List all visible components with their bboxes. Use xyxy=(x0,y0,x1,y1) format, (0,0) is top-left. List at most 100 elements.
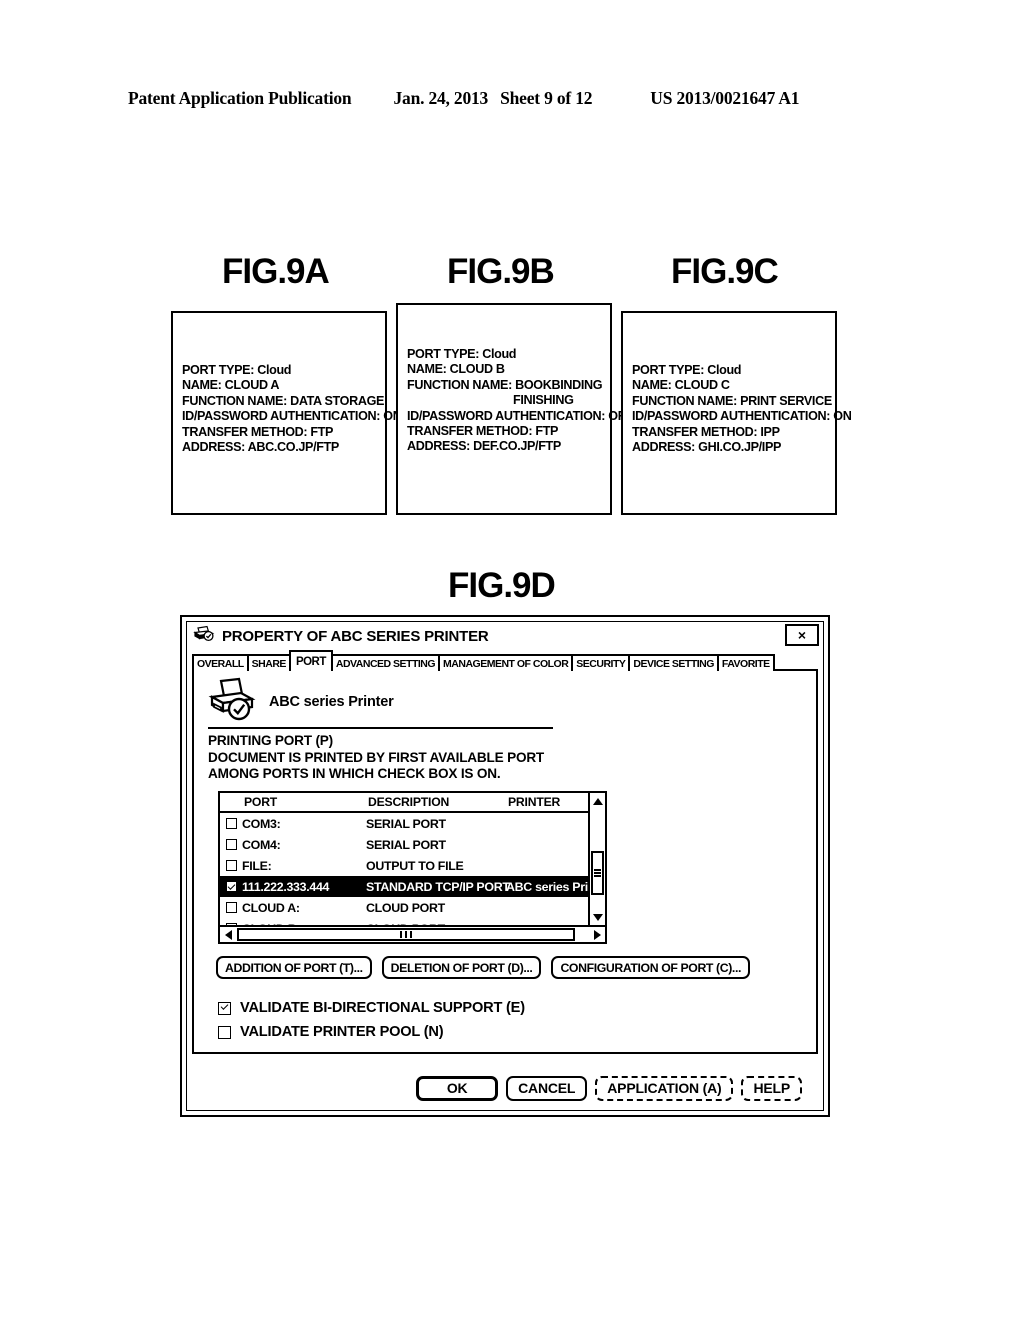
fig9c-line-1: NAME: CLOUD C xyxy=(632,378,730,393)
cell-description: SERIAL PORT xyxy=(366,837,446,852)
cell-description: OUTPUT TO FILE xyxy=(366,858,464,873)
close-icon[interactable]: × xyxy=(785,624,819,646)
instruction-line-0: PRINTING PORT (P) xyxy=(208,733,333,748)
cell-description: CLOUD PORT xyxy=(366,900,445,915)
horizontal-scroll-track[interactable] xyxy=(236,927,589,942)
publication-label: Patent Application Publication xyxy=(128,88,352,108)
printer-property-dialog: PROPERTY OF ABC SERIES PRINTER × OVERALL… xyxy=(180,615,830,1117)
sheet-number: Sheet 9 of 12 xyxy=(500,88,593,108)
port-list-header: PORT DESCRIPTION PRINTER xyxy=(220,793,588,813)
port-checkbox[interactable] xyxy=(220,818,242,829)
scroll-right-icon[interactable] xyxy=(589,927,605,942)
checkbox-checked-icon[interactable] xyxy=(225,881,237,892)
tab-advanced-setting[interactable]: ADVANCED SETTING xyxy=(330,654,441,671)
vertical-scroll-thumb[interactable] xyxy=(591,851,604,895)
dialog-button-bar: OK CANCEL APPLICATION (A) HELP xyxy=(192,1070,818,1106)
cancel-button[interactable]: CANCEL xyxy=(506,1075,588,1101)
tab-favorite[interactable]: FAVORITE xyxy=(716,654,775,671)
column-header-description: DESCRIPTION xyxy=(368,795,450,809)
configuration-of-port-button[interactable]: CONFIGURATION OF PORT (C)... xyxy=(551,956,750,979)
cell-port: CLOUD A: xyxy=(242,900,300,915)
tab-share[interactable]: SHARE xyxy=(246,654,291,671)
scroll-up-icon[interactable] xyxy=(590,793,605,809)
vertical-scrollbar[interactable] xyxy=(588,793,605,925)
fig9b-line-4: ID/PASSWORD AUTHENTICATION: OFF xyxy=(407,408,633,423)
table-row[interactable]: CLOUD A: CLOUD PORT xyxy=(220,897,588,918)
checkbox-unchecked-icon[interactable] xyxy=(225,902,237,913)
table-row[interactable]: FILE: OUTPUT TO FILE xyxy=(220,855,588,876)
ok-button[interactable]: OK xyxy=(416,1075,499,1101)
help-button[interactable]: HELP xyxy=(741,1075,802,1101)
port-tab-panel: ABC series Printer PRINTING PORT (P) DOC… xyxy=(192,671,818,1054)
fig9a-line-2: FUNCTION NAME: DATA STORAGE xyxy=(182,393,385,408)
fig9b-line-1: NAME: CLOUD B xyxy=(407,362,505,377)
validate-bidirectional-support-option[interactable]: VALIDATE BI-DIRECTIONAL SUPPORT (E) xyxy=(218,996,525,1020)
cell-port: 111.222.333.444 xyxy=(242,879,330,894)
figure-title-9c: FIG.9C xyxy=(671,252,779,291)
checkbox-unchecked-icon[interactable] xyxy=(225,860,237,871)
checkbox-unchecked-icon[interactable] xyxy=(225,923,237,925)
dialog-titlebar: PROPERTY OF ABC SERIES PRINTER × xyxy=(187,622,823,650)
column-header-port: PORT xyxy=(244,795,278,809)
fig9a-line-0: PORT TYPE: Cloud xyxy=(182,363,292,377)
fig9b-line-0: PORT TYPE: Cloud xyxy=(407,347,517,361)
fig9b-line-2: FUNCTION NAME: BOOKBINDING xyxy=(407,377,603,392)
port-checkbox[interactable] xyxy=(220,902,242,913)
option-label: VALIDATE BI-DIRECTIONAL SUPPORT (E) xyxy=(240,1000,525,1016)
port-list-body: PORT DESCRIPTION PRINTER COM3: SERIAL PO… xyxy=(220,793,605,925)
tab-management-of-color[interactable]: MANAGEMENT OF COLOR xyxy=(438,654,574,671)
deletion-of-port-button[interactable]: DELETION OF PORT (D)... xyxy=(381,956,542,979)
checkbox-unchecked-icon[interactable] xyxy=(225,839,237,850)
scroll-down-icon[interactable] xyxy=(590,909,605,925)
port-list-columns: PORT DESCRIPTION PRINTER COM3: SERIAL PO… xyxy=(220,793,588,925)
port-checkbox[interactable] xyxy=(220,839,242,850)
figure-title-9d: FIG.9D xyxy=(448,566,556,605)
checkbox-checked-icon[interactable] xyxy=(218,1001,231,1015)
port-options: VALIDATE BI-DIRECTIONAL SUPPORT (E) VALI… xyxy=(218,996,525,1044)
dialog-title: PROPERTY OF ABC SERIES PRINTER xyxy=(222,627,489,645)
checkbox-unchecked-icon[interactable] xyxy=(225,818,237,829)
scroll-left-icon[interactable] xyxy=(220,927,236,942)
addition-of-port-button[interactable]: ADDITION OF PORT (T)... xyxy=(216,956,372,979)
cell-port: COM3: xyxy=(242,816,281,831)
figure-9c-box: PORT TYPE: Cloud NAME: CLOUD C FUNCTION … xyxy=(621,311,852,515)
table-row-selected[interactable]: 111.222.333.444 STANDARD TCP/IP PORT ABC… xyxy=(220,876,588,897)
tab-overall[interactable]: OVERALL xyxy=(192,654,249,671)
cell-port: COM4: xyxy=(242,837,281,852)
cell-port: FILE: xyxy=(242,858,272,873)
fig9a-line-5: ADDRESS: ABC.CO.JP/FTP xyxy=(182,440,339,455)
table-row[interactable]: COM4: SERIAL PORT xyxy=(220,834,588,855)
table-row[interactable]: COM3: SERIAL PORT xyxy=(220,813,588,834)
fig9c-line-5: ADDRESS: GHI.CO.JP/IPP xyxy=(632,440,782,455)
checkbox-unchecked-icon[interactable] xyxy=(218,1025,231,1039)
figure-9a-box: PORT TYPE: Cloud NAME: CLOUD A FUNCTION … xyxy=(171,311,402,515)
printing-port-instructions: PRINTING PORT (P) DOCUMENT IS PRINTED BY… xyxy=(208,733,544,783)
figure-9b-box: PORT TYPE: Cloud NAME: CLOUD B FUNCTION … xyxy=(396,303,633,515)
figure-9c-text: PORT TYPE: Cloud NAME: CLOUD C FUNCTION … xyxy=(632,363,852,455)
fig9c-line-3: ID/PASSWORD AUTHENTICATION: ON xyxy=(632,409,852,424)
tab-security[interactable]: SECURITY xyxy=(571,654,631,671)
horizontal-scroll-thumb[interactable] xyxy=(237,928,575,941)
tab-port[interactable]: PORT xyxy=(288,650,333,671)
fig9a-line-3: ID/PASSWORD AUTHENTICATION: ON xyxy=(182,409,402,424)
tab-device-setting[interactable]: DEVICE SETTING xyxy=(628,654,719,671)
fig9a-line-1: NAME: CLOUD A xyxy=(182,378,280,393)
document-number: US 2013/0021647 A1 xyxy=(650,88,800,108)
grip-icon xyxy=(594,867,601,878)
port-checkbox[interactable] xyxy=(220,881,242,892)
fig9c-line-0: PORT TYPE: Cloud xyxy=(632,363,742,377)
grip-icon xyxy=(399,931,413,938)
port-checkbox[interactable] xyxy=(220,860,242,871)
validate-printer-pool-option[interactable]: VALIDATE PRINTER POOL (N) xyxy=(218,1020,525,1044)
column-header-printer: PRINTER xyxy=(508,795,561,809)
fig9b-line-3: FINISHING xyxy=(513,393,574,408)
vertical-scroll-track[interactable] xyxy=(590,809,605,909)
dialog-inner-frame: PROPERTY OF ABC SERIES PRINTER × OVERALL… xyxy=(186,621,824,1111)
port-list[interactable]: PORT DESCRIPTION PRINTER COM3: SERIAL PO… xyxy=(218,791,607,944)
section-divider xyxy=(208,727,553,729)
option-label: VALIDATE PRINTER POOL (N) xyxy=(240,1024,444,1040)
table-row[interactable]: CLOUD B: CLOUD PORT xyxy=(220,918,588,925)
horizontal-scrollbar[interactable] xyxy=(220,925,605,942)
application-button[interactable]: APPLICATION (A) xyxy=(595,1075,734,1101)
fig9a-line-4: TRANSFER METHOD: FTP xyxy=(182,424,334,439)
